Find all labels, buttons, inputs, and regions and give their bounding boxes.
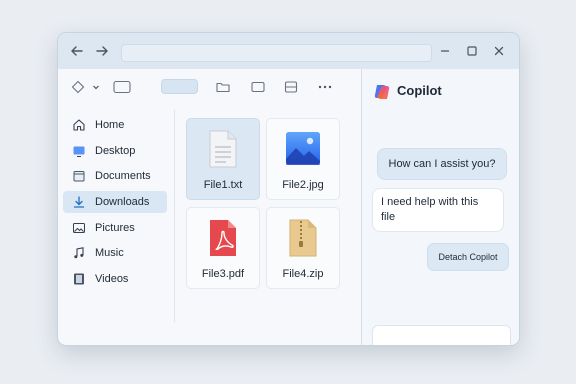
image-file-icon bbox=[285, 131, 321, 170]
forward-button[interactable] bbox=[93, 42, 111, 60]
address-bar[interactable] bbox=[121, 44, 432, 62]
file-explorer-window: Home Desktop Documents Downloads Picture… bbox=[57, 32, 520, 346]
toolbar bbox=[58, 69, 361, 105]
sidebar-item-label: Downloads bbox=[95, 196, 150, 208]
minimize-icon bbox=[441, 50, 449, 52]
folder-icon bbox=[216, 82, 230, 93]
diamond-icon bbox=[71, 80, 85, 94]
arrow-left-icon bbox=[71, 46, 83, 56]
file-item-file4-zip[interactable]: File4.zip bbox=[266, 207, 340, 289]
file-grid: File1.txt File2.jpg File3.pdf File4.zip bbox=[175, 110, 361, 322]
sidebar-item-label: Home bbox=[95, 119, 125, 131]
sidebar-item-downloads[interactable]: Downloads bbox=[63, 191, 167, 213]
dropdown-button[interactable] bbox=[91, 81, 101, 93]
sidebar-item-label: Pictures bbox=[95, 222, 135, 234]
navigation-sidebar: Home Desktop Documents Downloads Picture… bbox=[58, 110, 175, 322]
message-text: I need help with this file bbox=[381, 196, 479, 223]
minimize-button[interactable] bbox=[436, 42, 454, 60]
sidebar-item-label: Videos bbox=[95, 273, 129, 285]
assistant-message-bubble: I need help with this file bbox=[372, 188, 504, 232]
close-icon bbox=[494, 46, 504, 56]
sidebar-item-label: Desktop bbox=[95, 145, 136, 157]
documents-icon bbox=[71, 168, 87, 184]
chevron-down-icon bbox=[93, 85, 99, 90]
message-text: How can I assist you? bbox=[388, 157, 496, 170]
split-icon bbox=[284, 81, 298, 93]
sidebar-item-documents[interactable]: Documents bbox=[63, 165, 167, 187]
downloads-icon bbox=[71, 194, 87, 210]
sidebar-item-desktop[interactable]: Desktop bbox=[63, 140, 167, 162]
music-icon bbox=[71, 245, 87, 261]
file-name: File2.jpg bbox=[282, 179, 324, 191]
new-folder-button[interactable] bbox=[214, 78, 232, 96]
split-view-button[interactable] bbox=[282, 78, 300, 96]
sidebar-item-music[interactable]: Music bbox=[63, 242, 167, 264]
pdf-file-icon bbox=[207, 218, 239, 263]
sidebar-item-label: Music bbox=[95, 247, 124, 259]
file-item-file3-pdf[interactable]: File3.pdf bbox=[186, 207, 260, 289]
maximize-icon bbox=[467, 46, 477, 56]
title-bar bbox=[58, 33, 519, 70]
text-file-icon bbox=[207, 129, 239, 174]
file-name: File1.txt bbox=[203, 179, 243, 191]
arrow-right-icon bbox=[96, 46, 108, 56]
file-name: File3.pdf bbox=[201, 268, 245, 280]
copilot-title: Copilot bbox=[397, 83, 442, 98]
file-name: File4.zip bbox=[282, 268, 324, 280]
copilot-panel: Copilot How can I assist you? I need hel… bbox=[361, 69, 519, 345]
new-item-button[interactable] bbox=[68, 78, 88, 96]
window-icon bbox=[251, 81, 265, 93]
pictures-icon bbox=[71, 220, 87, 236]
chat-input[interactable] bbox=[372, 325, 511, 345]
user-message-bubble: How can I assist you? bbox=[377, 148, 507, 180]
copilot-logo-icon bbox=[373, 83, 391, 101]
detach-copilot-button[interactable]: Detach Copilot bbox=[427, 243, 509, 271]
close-button[interactable] bbox=[490, 42, 508, 60]
sidebar-item-videos[interactable]: Videos bbox=[63, 268, 167, 290]
file-item-file2-jpg[interactable]: File2.jpg bbox=[266, 118, 340, 200]
sidebar-item-pictures[interactable]: Pictures bbox=[63, 217, 167, 239]
back-button[interactable] bbox=[68, 42, 86, 60]
desktop-icon bbox=[71, 143, 87, 159]
toolbar-search-pill[interactable] bbox=[161, 79, 198, 94]
rectangle-icon bbox=[113, 80, 131, 94]
more-icon bbox=[318, 85, 332, 89]
more-button[interactable] bbox=[316, 78, 334, 96]
home-icon bbox=[71, 117, 87, 133]
videos-icon bbox=[71, 271, 87, 287]
file-item-file1-txt[interactable]: File1.txt bbox=[186, 118, 260, 200]
maximize-button[interactable] bbox=[463, 42, 481, 60]
view-button[interactable] bbox=[111, 78, 133, 96]
sidebar-item-home[interactable]: Home bbox=[63, 114, 167, 136]
sidebar-item-label: Documents bbox=[95, 170, 151, 182]
layout-button[interactable] bbox=[249, 78, 267, 96]
zip-file-icon bbox=[287, 218, 319, 263]
